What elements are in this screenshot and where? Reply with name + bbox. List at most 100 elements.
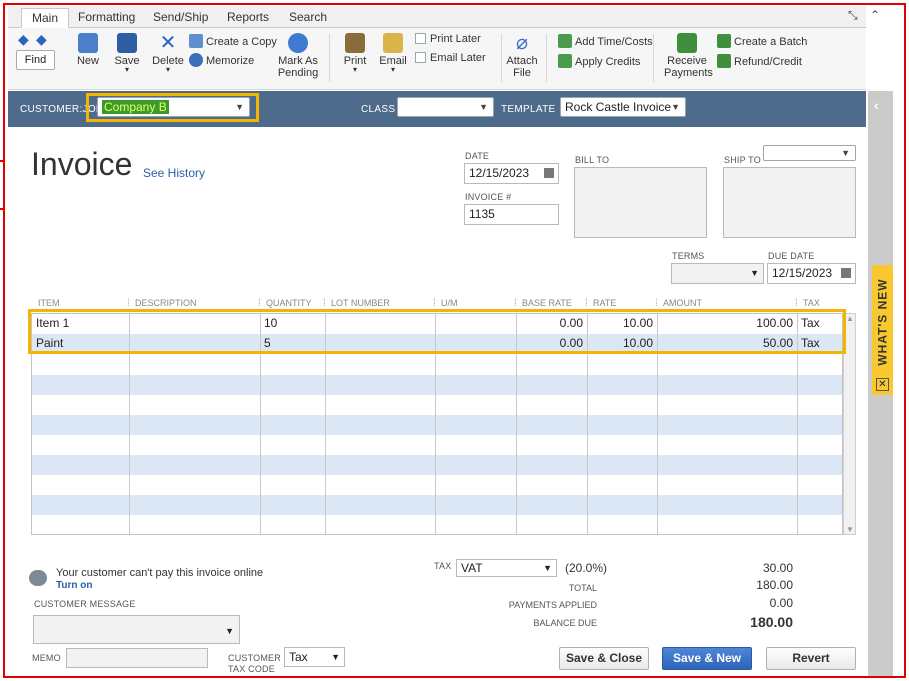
tab-reports[interactable]: Reports [217,8,279,28]
print-button[interactable]: Print ▾ [340,33,370,74]
customer-message-select[interactable]: ▼ [33,615,240,644]
forward-arrow-icon[interactable]: ◆ [36,31,47,48]
save-new-button[interactable]: Save & New [662,647,752,670]
empty-row[interactable] [32,455,842,475]
toolbar-separator [546,34,547,82]
delete-dropdown-icon[interactable]: ▾ [151,66,185,74]
save-dropdown-icon[interactable]: ▾ [113,66,141,74]
apply-credits-button[interactable]: Apply Credits [558,54,640,68]
close-icon[interactable]: ✕ [876,378,889,391]
back-arrow-icon[interactable]: ◆ [18,31,29,48]
customer-tax-code-value: Tax [289,650,308,664]
delete-button[interactable]: ✕ Delete ▾ [151,33,185,74]
memorize-icon [189,53,203,67]
calendar-icon[interactable] [841,268,851,278]
col-separator: ⁞ [795,298,798,309]
empty-row[interactable] [32,435,842,455]
customer-tax-code-select[interactable]: Tax ▼ [284,647,345,667]
receive-label: Receive [667,55,707,67]
empty-row[interactable] [32,355,842,375]
col-separator: ⁞ [655,298,658,309]
col-quantity: QUANTITY [266,298,312,308]
expand-icon[interactable]: ⤡ [848,8,858,23]
total-label: TOTAL [568,583,597,593]
pending-label: Pending [277,67,319,79]
calendar-icon[interactable] [544,168,554,178]
collapse-ribbon-icon[interactable]: ⌃ [870,8,880,22]
empty-row[interactable] [32,495,842,515]
save-button[interactable]: Save ▾ [113,33,141,74]
tab-send-ship[interactable]: Send/Ship [143,8,218,28]
email-dropdown-icon[interactable]: ▾ [378,66,408,74]
revert-button[interactable]: Revert [766,647,856,670]
date-label: DATE [465,151,490,161]
class-label: CLASS [361,104,396,115]
print-dropdown-icon[interactable]: ▾ [340,66,370,74]
memo-field[interactable] [66,648,208,668]
payments-label: Payments [664,67,713,79]
empty-row[interactable] [32,515,842,534]
memorize-button[interactable]: Memorize [189,53,254,67]
see-history-link[interactable]: See History [143,166,205,180]
whats-new-tab[interactable]: WHAT'S NEW ✕ [872,265,893,395]
scroll-up-icon[interactable]: ▲ [846,314,854,323]
chevron-down-icon: ▼ [841,148,850,158]
mark-as-pending-button[interactable]: Mark As Pending [276,33,320,79]
col-separator: ⁞ [258,298,261,309]
date-field[interactable]: 12/15/2023 [464,163,559,184]
customer-tax-code-label-2: TAX CODE [228,664,275,674]
terms-select[interactable]: ▼ [671,263,764,284]
file-label: File [513,67,531,79]
checkmark-icon [288,33,308,53]
col-separator: ⁞ [433,298,436,309]
chevron-down-icon: ▼ [671,102,680,112]
scroll-down-icon[interactable]: ▼ [846,525,854,534]
email-later-checkbox[interactable]: Email Later [415,52,486,64]
due-date-field[interactable]: 12/15/2023 [767,263,856,284]
col-separator: ⁞ [127,298,130,309]
empty-row[interactable] [32,415,842,435]
empty-row[interactable] [32,475,842,495]
page-title: Invoice [31,146,133,182]
email-button[interactable]: Email ▾ [378,33,408,74]
ship-to-box[interactable] [723,167,856,238]
due-date-value: 12/15/2023 [772,266,833,280]
tax-item-select[interactable]: VAT ▼ [456,559,557,577]
new-document-icon [78,33,98,53]
empty-row[interactable] [32,375,842,395]
tab-formatting[interactable]: Formatting [68,8,145,28]
find-button[interactable]: Find [16,50,55,70]
balance-due-value: 180.00 [750,614,793,630]
create-batch-button[interactable]: Create a Batch [717,34,807,48]
print-later-checkbox[interactable]: Print Later [415,33,481,45]
balance-due-label: BALANCE DUE [533,618,597,628]
attach-file-button[interactable]: ⌀ Attach File [505,33,539,79]
create-copy-label: Create a Copy [206,36,277,48]
tab-main[interactable]: Main [21,8,70,28]
template-select[interactable]: Rock Castle Invoice ▼ [560,97,686,117]
col-um: U/M [441,298,458,308]
copy-icon [189,34,203,48]
save-close-button[interactable]: Save & Close [559,647,649,670]
bill-to-box[interactable] [574,167,707,238]
chevron-left-icon[interactable]: ‹ [874,97,879,113]
new-button[interactable]: New [76,33,100,67]
customer-highlight [86,93,259,122]
class-select[interactable]: ▼ [397,97,494,117]
whats-new-label: WHAT'S NEW [875,278,890,366]
create-copy-button[interactable]: Create a Copy [189,34,277,48]
new-label: New [76,55,99,67]
payments-applied-value: 0.00 [769,596,793,610]
invoice-number-field[interactable]: 1135 [464,204,559,225]
refund-credit-button[interactable]: Refund/Credit [717,54,802,68]
receive-payments-button[interactable]: Receive Payments [664,33,713,79]
tab-search[interactable]: Search [279,8,337,28]
add-time-costs-button[interactable]: Add Time/Costs [558,34,653,48]
toolbar-separator [653,34,654,82]
create-batch-label: Create a Batch [734,36,808,48]
empty-row[interactable] [32,395,842,415]
turn-on-link[interactable]: Turn on [56,580,92,591]
col-amount: AMOUNT [663,298,702,308]
mark-as-label: Mark As [278,55,318,67]
ship-to-select[interactable]: ▼ [763,145,856,161]
